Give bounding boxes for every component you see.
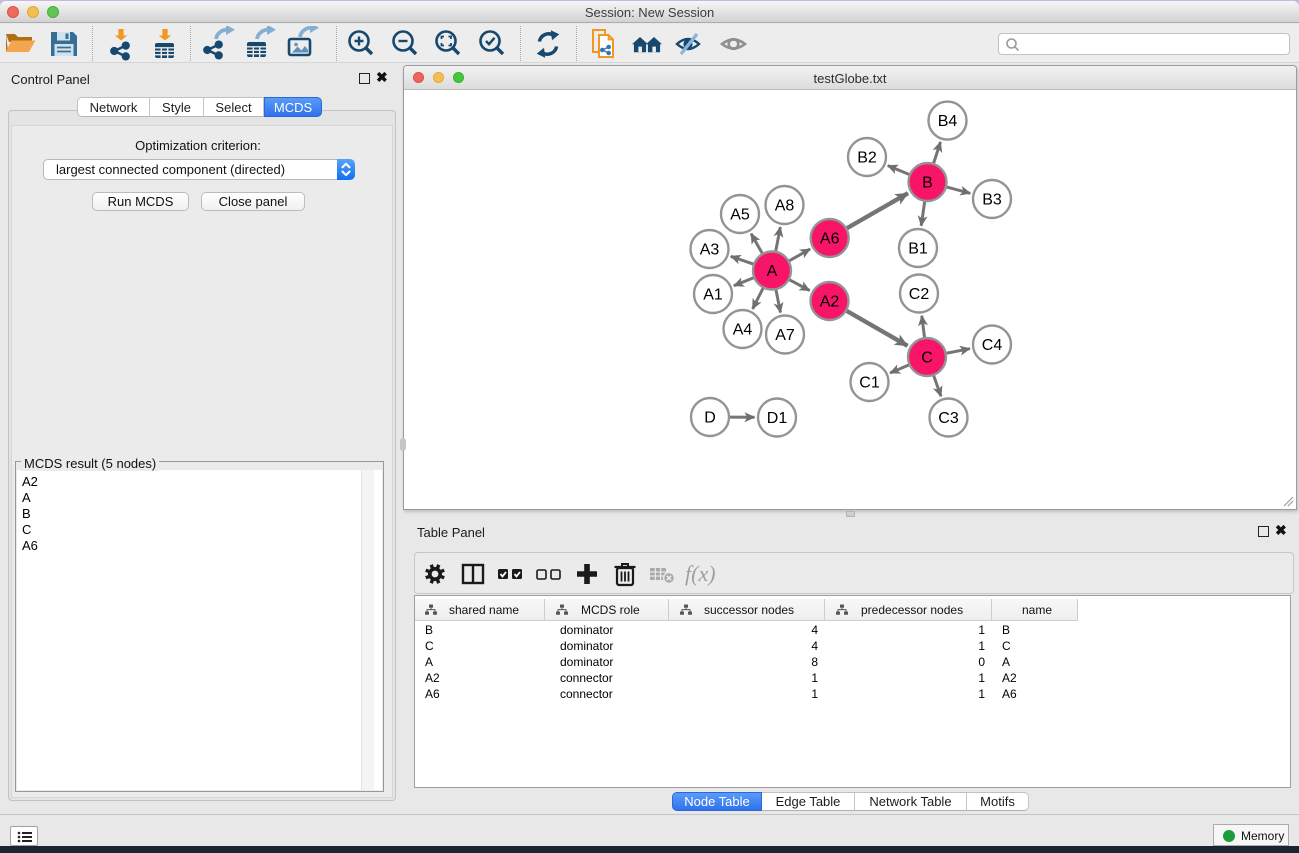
svg-text:A7: A7 [775,327,795,344]
svg-text:A6: A6 [820,231,840,248]
svg-text:A4: A4 [733,322,753,339]
svg-text:A5: A5 [730,207,750,224]
svg-text:A2: A2 [820,294,840,311]
svg-text:A3: A3 [700,242,720,259]
svg-text:C3: C3 [938,410,959,427]
svg-text:A1: A1 [703,287,723,304]
svg-text:C2: C2 [909,286,930,303]
svg-text:A: A [767,263,778,280]
svg-text:C4: C4 [982,337,1003,354]
svg-text:D: D [704,410,716,427]
svg-text:A8: A8 [775,198,795,215]
svg-text:C1: C1 [859,375,880,392]
svg-text:B1: B1 [908,241,928,258]
svg-text:B4: B4 [938,113,958,130]
svg-text:B3: B3 [982,192,1002,209]
svg-text:B2: B2 [857,150,877,167]
svg-text:D1: D1 [767,410,788,427]
svg-text:C: C [921,350,933,367]
svg-text:B: B [922,175,933,192]
